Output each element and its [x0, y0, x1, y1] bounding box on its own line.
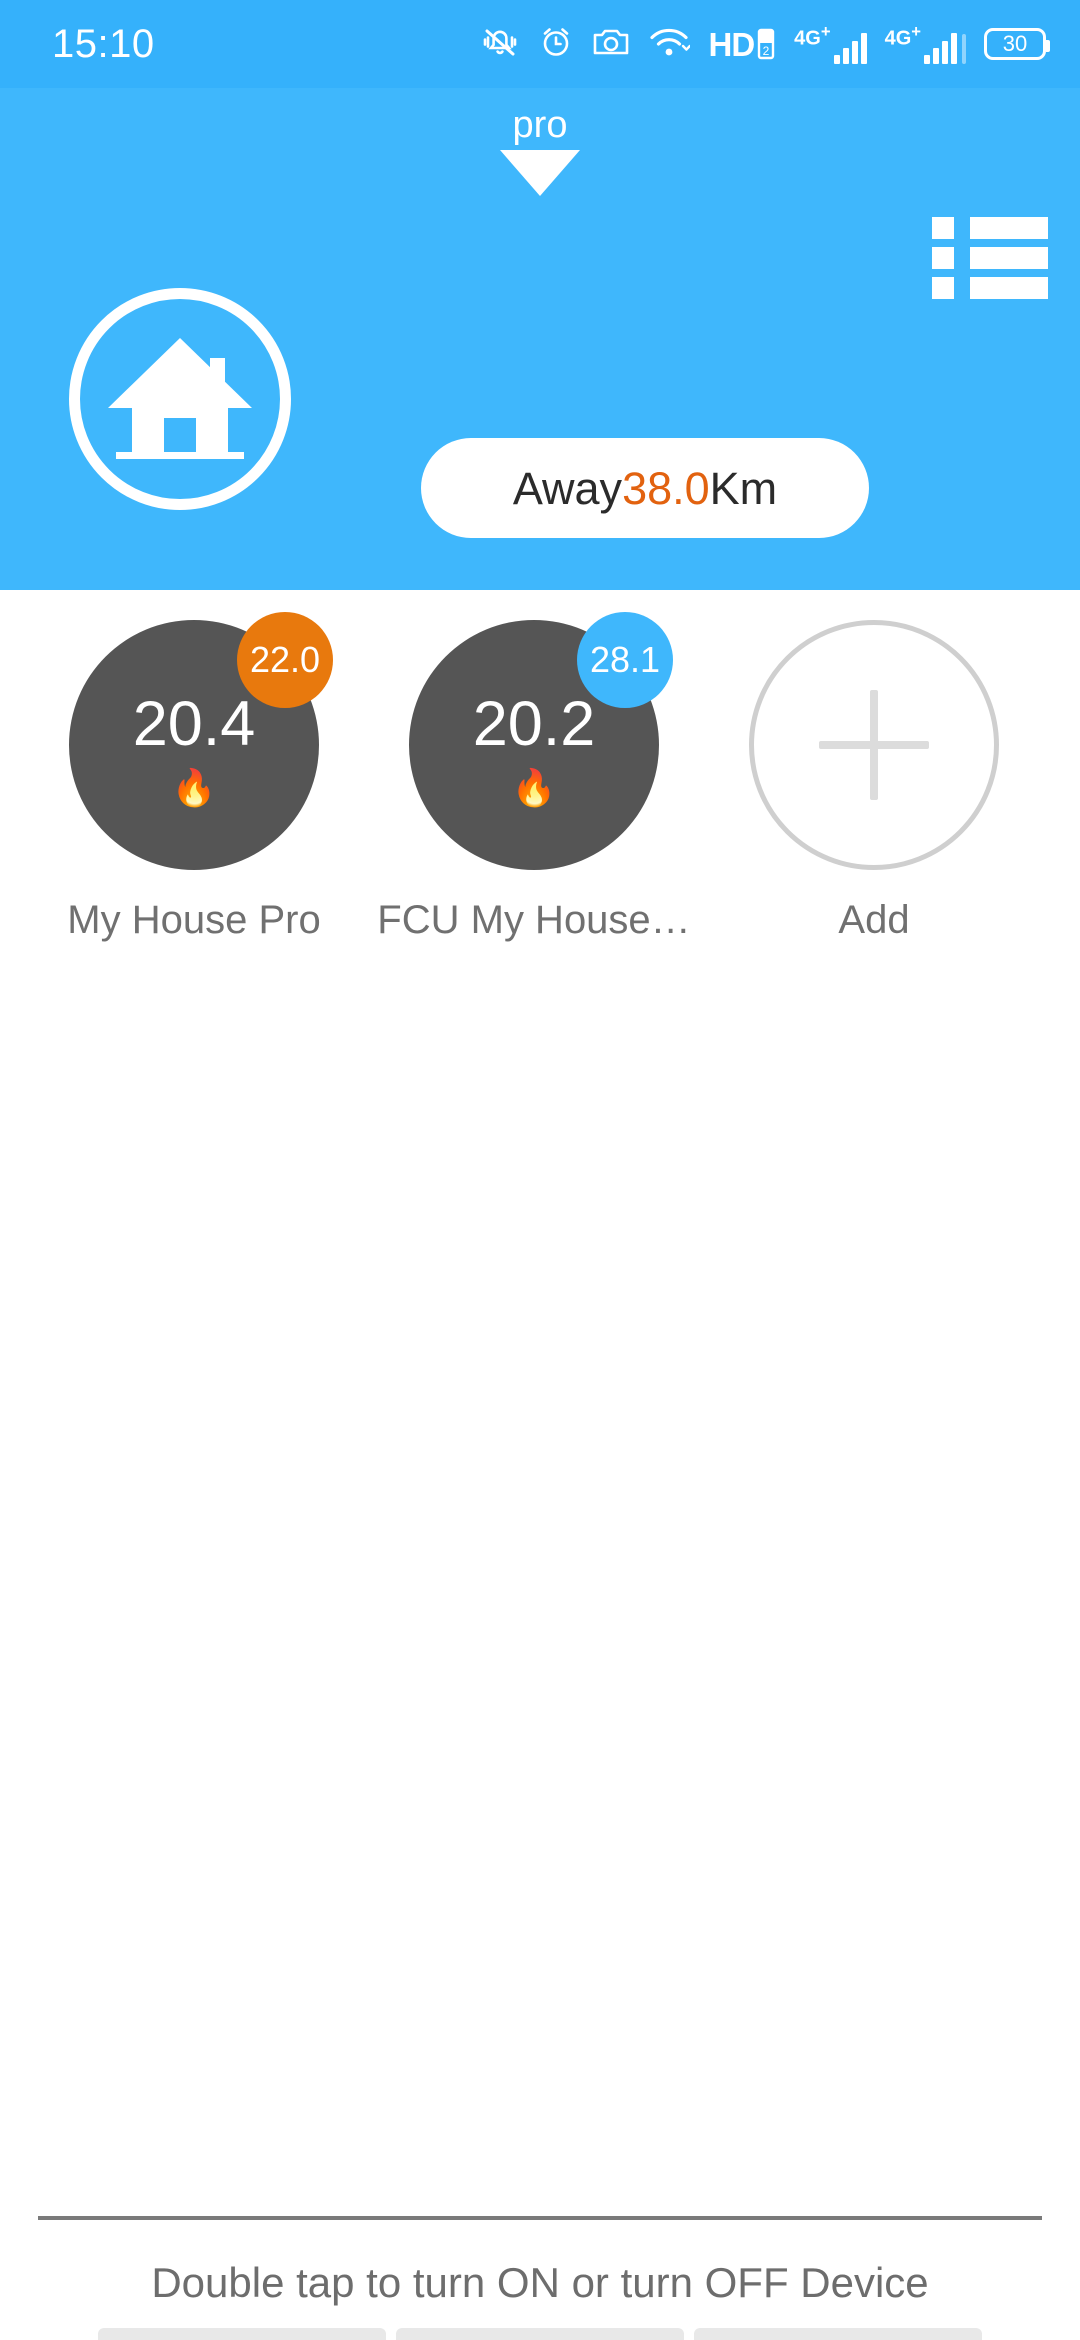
battery-level-label: 30: [1002, 31, 1028, 56]
device-dial-wrap[interactable]: 20.4 🔥 22.0: [69, 612, 333, 870]
chevron-down-icon[interactable]: [500, 150, 580, 196]
brand-title: pro: [512, 104, 568, 146]
list-view-icon[interactable]: [932, 213, 1048, 303]
device-tile[interactable]: 20.2 🔥 28.1 FCU My House…: [364, 612, 704, 942]
hd-label: HD: [708, 25, 755, 63]
menu-row: [932, 217, 1048, 239]
sim1-network-label: 4G+: [794, 21, 831, 50]
menu-row: [932, 247, 1048, 269]
house-icon[interactable]: [69, 288, 291, 510]
wifi-icon: [648, 25, 692, 64]
camera-icon: [592, 25, 630, 64]
add-device-label: Add: [838, 898, 910, 942]
nav-button-back[interactable]: [98, 2328, 386, 2340]
sim-divider: [962, 34, 966, 65]
nav-button-recents[interactable]: [694, 2328, 982, 2340]
current-temperature: 20.4: [132, 688, 256, 759]
house-glyph: [108, 338, 252, 459]
device-grid: 20.4 🔥 22.0 My House Pro 20.2 🔥 28.1 FCU…: [0, 612, 1080, 942]
app-screen: 15:10 HD 2 4G+ 4G+ 30 pro Away 38.0 Km 2…: [0, 0, 1080, 2340]
current-temperature: 20.2: [472, 688, 596, 759]
nav-button-home[interactable]: [396, 2328, 684, 2340]
hd-volte-icon: HD 2: [708, 26, 776, 62]
status-bar-icons: HD 2 4G+ 4G+ 30: [480, 21, 1050, 65]
device-name-label: FCU My House…: [377, 898, 691, 942]
menu-line: [970, 277, 1048, 299]
add-device-tile[interactable]: Add: [704, 620, 1044, 942]
alarm-clock-icon: [538, 24, 574, 65]
status-bar: 15:10 HD 2 4G+ 4G+ 30: [0, 0, 1080, 88]
footer-divider: [38, 2216, 1042, 2220]
sim2-network-label: 4G+: [884, 21, 921, 50]
sim2-signal-bars: [924, 33, 957, 65]
menu-bullet: [932, 217, 954, 239]
vibrate-mute-icon: [480, 24, 520, 65]
away-unit: Km: [709, 462, 778, 514]
flame-icon: 🔥: [511, 766, 557, 808]
signal-4g-plus-sim1-icon: 4G+: [794, 21, 867, 65]
brand-selector[interactable]: pro: [0, 106, 1080, 196]
menu-bullet: [932, 247, 954, 269]
status-bar-clock: 15:10: [52, 22, 155, 66]
sim1-signal-bars: [833, 33, 867, 65]
app-header: pro Away 38.0 Km: [0, 88, 1080, 590]
battery-icon: 30: [984, 28, 1050, 60]
menu-row: [932, 277, 1048, 299]
target-temperature-badge[interactable]: 28.1: [577, 612, 673, 708]
system-navigation-bar: [98, 2328, 982, 2340]
menu-line: [970, 217, 1048, 239]
menu-line: [970, 247, 1048, 269]
footer-hint-text: Double tap to turn ON or turn OFF Device: [151, 2259, 929, 2306]
away-label: Away: [512, 462, 623, 514]
svg-text:2: 2: [763, 44, 770, 58]
away-value: 38.0: [622, 462, 710, 514]
flame-icon: 🔥: [171, 766, 217, 808]
plus-icon[interactable]: [749, 620, 999, 870]
menu-bullet: [932, 277, 954, 299]
signal-4g-plus-sim2-icon: 4G+: [884, 21, 966, 65]
target-temperature-badge[interactable]: 22.0: [237, 612, 333, 708]
device-name-label: My House Pro: [67, 898, 321, 942]
away-distance-pill[interactable]: Away 38.0 Km: [421, 438, 869, 538]
device-tile[interactable]: 20.4 🔥 22.0 My House Pro: [24, 612, 364, 942]
device-dial-wrap[interactable]: 20.2 🔥 28.1: [409, 612, 673, 870]
